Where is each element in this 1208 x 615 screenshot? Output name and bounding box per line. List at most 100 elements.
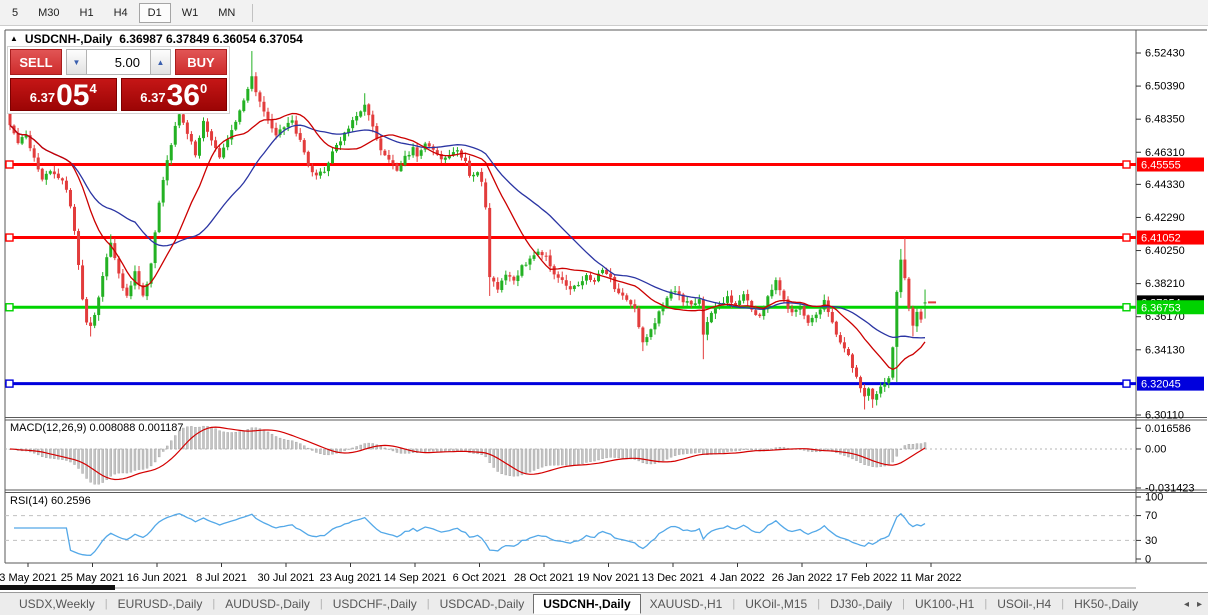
macd-histogram-bar [536,448,540,469]
candle-body [653,323,657,330]
timeframe-5[interactable]: 5 [3,3,27,23]
candle-body [613,277,617,290]
candle-body [572,285,576,290]
candle-body [266,111,270,120]
macd-histogram-bar [222,431,225,450]
candle-body [576,285,580,287]
candle-body [560,277,564,280]
hline-handle[interactable] [1122,233,1131,242]
date-label: 13 Dec 2021 [642,572,704,584]
macd-histogram-bar [105,448,108,480]
buy-price-display[interactable]: 6.37 36 0 [120,78,227,111]
timeframe-h4[interactable]: H4 [105,3,137,23]
candle-body [161,180,165,203]
macd-histogram-bar [395,448,399,453]
tab-xauusd-h1[interactable]: XAUUSD-,H1 [641,594,732,614]
candle-body [242,100,246,111]
timeframe-m30[interactable]: M30 [29,3,68,23]
hline-handle[interactable] [1122,160,1131,169]
candle-body [40,168,44,180]
macd-histogram-bar [323,448,326,455]
macd-histogram-bar [238,431,241,450]
macd-histogram-bar [577,448,580,465]
macd-histogram-bar [867,448,870,466]
timeframe-d1[interactable]: D1 [138,2,171,23]
volume-decrease-button[interactable]: ▼ [66,49,87,75]
candle-body [915,311,919,327]
macd-histogram-bar [307,447,310,450]
timeframe-w1[interactable]: W1 [173,3,208,23]
candle-body [875,394,879,400]
hline-handle[interactable] [5,379,14,388]
tab-audusd-daily[interactable]: AUDUSD-,Daily [216,594,319,614]
volume-input[interactable]: 5.00 [87,49,150,75]
tab-eurusd-daily[interactable]: EURUSD-,Daily [109,594,212,614]
candle-body [379,138,383,151]
tab-usdcad-daily[interactable]: USDCAD-,Daily [431,594,534,614]
macd-histogram-bar [145,448,149,469]
candle-body [387,154,391,160]
candle-body [810,317,814,323]
tab-uk100-h1[interactable]: UK100-,H1 [906,594,983,614]
candle-body [701,299,705,335]
candle-body [726,296,730,303]
volume-increase-button[interactable]: ▲ [150,49,171,75]
candle-body [262,101,266,112]
hline-handle[interactable] [5,233,14,242]
candle-body [322,171,326,173]
candle-body [730,295,734,303]
candle-body [274,127,278,136]
candle-body [838,335,842,343]
macd-histogram-bar [387,448,391,450]
candle-body [871,388,875,400]
candle-body [564,280,568,286]
buy-button[interactable]: BUY [175,49,227,75]
tab-usdcnh-daily[interactable]: USDCNH-,Daily [533,594,641,614]
rsi-axis-label: 100 [1145,492,1163,504]
timeframe-mn[interactable]: MN [209,3,244,23]
candle-body [657,311,661,324]
hline-handle[interactable] [1122,379,1131,388]
macd-histogram-bar [621,448,624,459]
candle-body [625,295,629,300]
candle-body [177,114,181,126]
collapse-chart-icon[interactable]: ▲ [10,35,18,43]
tab-usdchf-daily[interactable]: USDCHF-,Daily [324,594,426,614]
candle-body [455,150,459,152]
tab-scroll-left-icon[interactable]: ◂ [1184,599,1189,610]
candle-body [798,306,802,310]
hline-handle[interactable] [5,160,14,169]
date-label: 3 May 2021 [0,572,57,584]
candle-body [484,182,488,208]
tab-ukoil-m15[interactable]: UKOil-,M15 [736,594,816,614]
hline-price-label-6.41052-text: 6.41052 [1141,233,1181,245]
timeframe-h1[interactable]: H1 [71,3,103,23]
hscroll-thumb[interactable] [0,585,115,590]
macd-histogram-bar [97,448,100,485]
macd-histogram-bar [649,448,653,465]
macd-histogram-bar [569,448,572,466]
macd-histogram-bar [911,444,915,450]
mt4-window: 5 M30 H1 H4 D1 W1 MN 6.52430 6.50390 6.48350 6.46… [0,0,1208,615]
candle-body [520,265,524,276]
macd-histogram-bar [246,429,250,450]
candle-body [258,92,262,102]
hline-handle[interactable] [1122,303,1131,312]
tab-dj30-daily[interactable]: DJ30-,Daily [821,594,901,614]
tab-scroll-right-icon[interactable]: ▸ [1197,599,1202,610]
macd-histogram-bar [170,440,173,450]
candle-body [391,160,395,164]
tab-hk50-daily[interactable]: HK50-,Daily [1065,594,1147,614]
candle-body [496,281,500,290]
tab-usoil-h4[interactable]: USOil-,H4 [988,594,1060,614]
tab-usdx-weekly[interactable]: USDX,Weekly [10,594,104,614]
hline-price-label-6.45555-text: 6.45555 [1141,160,1181,172]
sell-button[interactable]: SELL [10,49,62,75]
sell-price-display[interactable]: 6.37 05 4 [10,78,117,111]
candle-body [782,290,786,300]
candle-body [238,110,242,122]
macd-histogram-bar [89,448,92,483]
candle-body [842,342,846,349]
hline-handle[interactable] [5,303,14,312]
macd-histogram-bar [319,448,322,454]
